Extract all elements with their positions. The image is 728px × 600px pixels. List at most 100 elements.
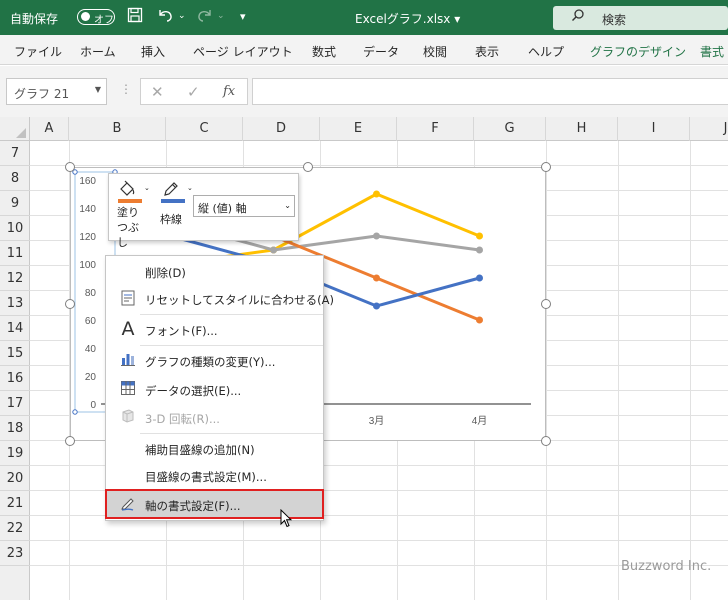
undo-dropdown-icon[interactable]: ⌄ (178, 11, 186, 21)
tab-insert[interactable]: 挿入 (141, 43, 165, 60)
tab-chart-design[interactable]: グラフのデザイン (590, 43, 686, 60)
data-point (476, 232, 483, 240)
column-header-h[interactable]: H (546, 117, 618, 141)
column-header-e[interactable]: E (320, 117, 397, 141)
row-header-7[interactable]: 7 (0, 141, 30, 166)
name-box[interactable]: グラフ 21 ▼ (6, 78, 107, 105)
formula-bar-grip-icon[interactable]: ⋮ (120, 82, 132, 96)
row-headers: 7 8 9 10 11 12 13 14 15 16 17 18 19 20 21 22 23 (0, 141, 30, 600)
menu-item-add-minor-gridlines[interactable]: 補助目盛線の追加(N) (107, 435, 323, 462)
resize-handle[interactable] (65, 299, 75, 309)
formula-input[interactable] (252, 78, 728, 105)
outline-dropdown-icon[interactable]: ⌄ (187, 184, 193, 192)
resize-handle[interactable] (65, 436, 75, 446)
y-tick-label: 160 (79, 176, 96, 187)
tab-file[interactable]: ファイル (14, 43, 62, 60)
tab-view[interactable]: 表示 (475, 43, 499, 60)
filename: Excelグラフ.xlsx (355, 12, 451, 26)
resize-handle[interactable] (541, 162, 551, 172)
chart-element-selector[interactable]: 縦 (値) 軸 ⌄ (193, 195, 295, 217)
font-icon: A (121, 318, 135, 340)
chart-type-icon (119, 351, 137, 369)
column-header-g[interactable]: G (474, 117, 546, 141)
chevron-down-icon[interactable]: ▼ (95, 85, 101, 94)
tab-data[interactable]: データ (363, 43, 399, 60)
row-header-10[interactable]: 10 (0, 216, 30, 241)
menu-separator (140, 314, 323, 315)
row-header-22[interactable]: 22 (0, 516, 30, 541)
cancel-icon[interactable]: ✕ (151, 83, 164, 101)
menu-item-font[interactable]: A フォント(F)... (107, 316, 323, 343)
fill-button-label[interactable]: 塗りつぶし (117, 205, 145, 250)
tab-formulas[interactable]: 数式 (312, 43, 336, 60)
row-header-12[interactable]: 12 (0, 266, 30, 291)
data-point (476, 246, 483, 254)
select-all-corner[interactable] (0, 117, 30, 141)
search-box[interactable]: 検索 (553, 6, 728, 30)
tab-format[interactable]: 書式 (700, 43, 724, 60)
enter-icon[interactable]: ✓ (187, 83, 200, 101)
3d-rotation-icon (119, 408, 137, 426)
tab-page-layout[interactable]: ページ レイアウト (193, 43, 293, 60)
customize-toolbar-icon[interactable]: ▾ (240, 10, 246, 23)
menu-item-label: リセットしてスタイルに合わせる(A) (145, 293, 334, 307)
insert-function-icon[interactable]: fx (223, 84, 235, 99)
tab-review[interactable]: 校閲 (423, 43, 447, 60)
resize-handle[interactable] (541, 436, 551, 446)
data-point (373, 302, 380, 310)
axis-selection-handle (72, 409, 78, 415)
menu-item-label: 3-D 回転(R)... (145, 412, 220, 426)
fill-dropdown-icon[interactable]: ⌄ (144, 184, 150, 192)
column-header-a[interactable]: A (30, 117, 69, 141)
row-header-19[interactable]: 19 (0, 441, 30, 466)
row-header-9[interactable]: 9 (0, 191, 30, 216)
resize-handle[interactable] (65, 162, 75, 172)
reset-style-icon (119, 289, 137, 307)
tab-help[interactable]: ヘルプ (528, 43, 564, 60)
column-header-b[interactable]: B (69, 117, 166, 141)
redo-icon[interactable] (196, 7, 214, 27)
column-header-f[interactable]: F (397, 117, 474, 141)
column-header-d[interactable]: D (243, 117, 320, 141)
title-bar: 自動保存 オフ ⌄ ⌄ ▾ Excelグラフ.xlsx ▾ 検索 (0, 0, 728, 35)
resize-handle[interactable] (303, 162, 313, 172)
column-header-i[interactable]: I (618, 117, 690, 141)
menu-item-format-gridlines[interactable]: 目盛線の書式設定(M)... (107, 462, 323, 489)
row-header-18[interactable]: 18 (0, 416, 30, 441)
autosave-toggle[interactable]: オフ (77, 9, 115, 26)
row-header-21[interactable]: 21 (0, 491, 30, 516)
row-header-20[interactable]: 20 (0, 466, 30, 491)
resize-handle[interactable] (541, 299, 551, 309)
watermark: Buzzword Inc. (621, 559, 712, 574)
menu-item-reset-style[interactable]: リセットしてスタイルに合わせる(A) (107, 285, 334, 312)
row-header-14[interactable]: 14 (0, 316, 30, 341)
ribbon-tabs: ファイル ホーム 挿入 ページ レイアウト 数式 データ 校閲 表示 ヘルプ グ… (0, 35, 728, 65)
menu-item-label: データの選択(E)... (145, 384, 242, 398)
row-header-23[interactable]: 23 (0, 541, 30, 566)
y-tick-label: 60 (85, 316, 97, 327)
row-header-16[interactable]: 16 (0, 366, 30, 391)
row-header-15[interactable]: 15 (0, 341, 30, 366)
formula-bar: グラフ 21 ▼ ⋮ ✕ ✓ fx (0, 66, 728, 117)
row-gridline (30, 540, 728, 541)
menu-item-delete[interactable]: 削除(D) (107, 258, 323, 285)
undo-icon[interactable] (156, 7, 174, 27)
row-header-11[interactable]: 11 (0, 241, 30, 266)
redo-dropdown-icon[interactable]: ⌄ (217, 11, 225, 21)
menu-item-change-chart-type[interactable]: グラフの種類の変更(Y)... (107, 347, 323, 374)
row-header-17[interactable]: 17 (0, 391, 30, 416)
menu-item-3d-rotation[interactable]: 3-D 回転(R)... (107, 404, 323, 431)
column-header-j[interactable]: J (690, 117, 728, 141)
select-data-icon (119, 380, 137, 398)
y-tick-label: 140 (79, 204, 96, 215)
menu-item-select-data[interactable]: データの選択(E)... (107, 376, 323, 403)
save-icon[interactable] (127, 7, 143, 27)
menu-item-label: グラフの種類の変更(Y)... (145, 355, 276, 369)
row-header-8[interactable]: 8 (0, 166, 30, 191)
column-header-c[interactable]: C (166, 117, 243, 141)
tab-home[interactable]: ホーム (80, 43, 116, 60)
row-header-13[interactable]: 13 (0, 291, 30, 316)
outline-button-label[interactable]: 枠線 (160, 211, 182, 227)
mini-toolbar: ⌄ 塗りつぶし ⌄ 枠線 縦 (値) 軸 ⌄ (108, 173, 299, 249)
mouse-cursor-icon (280, 508, 293, 531)
